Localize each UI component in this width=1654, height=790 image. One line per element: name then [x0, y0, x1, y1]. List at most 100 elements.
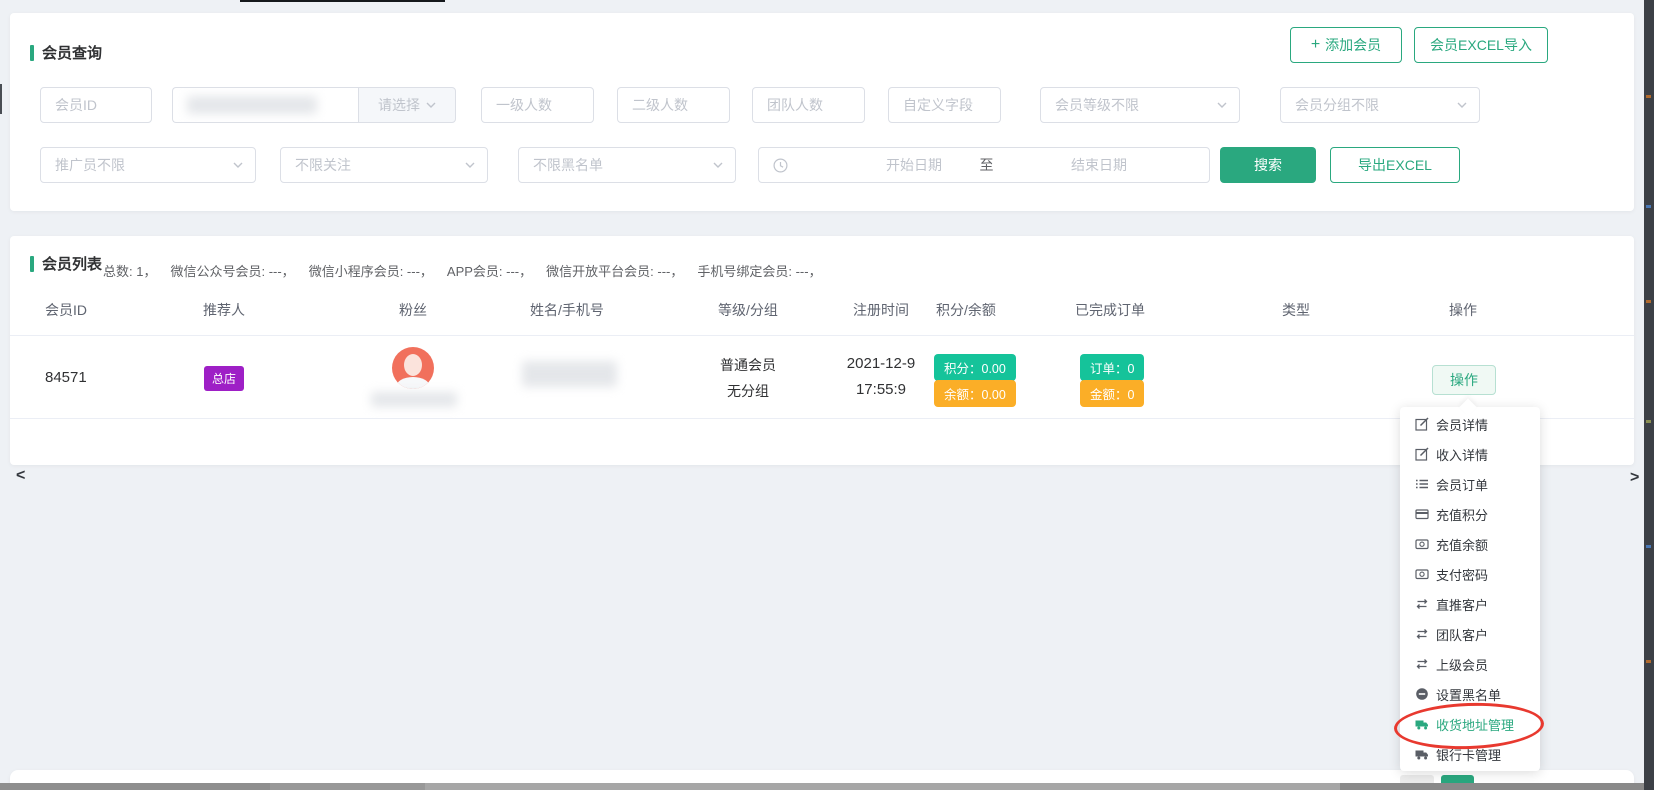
- stat-total: 总数: 1，: [103, 261, 156, 280]
- list-panel-title: 会员列表: [30, 253, 102, 274]
- col-type: 类型: [1236, 300, 1356, 320]
- col-fans: 粉丝: [353, 300, 473, 320]
- menu-item-team-customers[interactable]: 团队客户: [1400, 619, 1540, 649]
- member-level-select[interactable]: 会员等级不限: [1040, 87, 1240, 123]
- transfer-arrows-icon: [1415, 657, 1429, 671]
- excel-import-button[interactable]: 会员EXCEL导入: [1414, 27, 1548, 63]
- block-icon: [1415, 687, 1429, 701]
- menu-item-direct-customers[interactable]: 直推客户: [1400, 589, 1540, 619]
- next-arrow-icon[interactable]: >: [1630, 470, 1639, 486]
- truck-icon: [1415, 717, 1429, 731]
- table-bottom-divider: [10, 418, 1634, 419]
- level2-count-input[interactable]: [617, 87, 730, 123]
- title-accent-bar: [30, 45, 34, 61]
- member-stats-line: 总数: 1， 微信公众号会员: ---， 微信小程序会员: ---， APP会员…: [103, 261, 822, 280]
- col-actions: 操作: [1403, 300, 1523, 320]
- menu-item-bank-card[interactable]: 银行卡管理: [1400, 739, 1540, 769]
- menu-label: 充值余额: [1436, 535, 1488, 554]
- list-title-text: 会员列表: [42, 253, 102, 274]
- row-level: 普通会员: [688, 355, 808, 375]
- col-points-balance: 积分/余额: [906, 300, 1026, 320]
- date-range-picker[interactable]: 开始日期 至 结束日期: [758, 147, 1210, 183]
- col-member-id: 会员ID: [45, 300, 165, 320]
- transfer-arrows-icon: [1415, 627, 1429, 641]
- stat-phone-bound: 手机号绑定会员: ---，: [697, 261, 821, 280]
- money-icon: [1415, 537, 1429, 551]
- action-dropdown-menu: 会员详情 收入详情 会员订单 充值积分 充值余额 支付密码 直推客户 团队客户: [1400, 407, 1540, 771]
- add-member-label: 添加会员: [1325, 35, 1381, 55]
- menu-item-upline-member[interactable]: 上级会员: [1400, 649, 1540, 679]
- menu-label: 上级会员: [1436, 655, 1488, 674]
- menu-item-payment-password[interactable]: 支付密码: [1400, 559, 1540, 589]
- truck-icon: [1415, 747, 1429, 761]
- blacklist-select[interactable]: 不限黑名单: [518, 147, 736, 183]
- scrollbar-segment[interactable]: [270, 783, 425, 790]
- blurred-text: [187, 96, 317, 114]
- top-edge-artifact: [240, 0, 445, 2]
- strip-mark: [1646, 660, 1651, 663]
- row-referrer: 总店: [164, 366, 284, 391]
- chevron-down-icon: [713, 162, 723, 168]
- menu-item-recharge-points[interactable]: 充值积分: [1400, 499, 1540, 529]
- member-query-panel: 会员查询 + 添加会员 会员EXCEL导入 请选择 会员等级不限: [10, 13, 1634, 211]
- team-count-input[interactable]: [752, 87, 865, 123]
- keyword-type-select[interactable]: 请选择: [358, 87, 456, 123]
- keyword-type-value: 请选择: [378, 95, 420, 115]
- money-icon: [1415, 567, 1429, 581]
- promoter-select[interactable]: 推广员不限: [40, 147, 256, 183]
- edit-icon: [1415, 417, 1429, 431]
- scrollbar-segment[interactable]: [0, 783, 270, 790]
- stat-wechat-official: 微信公众号会员: ---，: [170, 261, 294, 280]
- avatar: [392, 347, 434, 389]
- custom-field-input[interactable]: [888, 87, 1001, 123]
- menu-item-member-detail[interactable]: 会员详情: [1400, 409, 1540, 439]
- level1-count-input[interactable]: [481, 87, 594, 123]
- title-accent-bar: [30, 256, 34, 272]
- member-level-value: 会员等级不限: [1055, 95, 1139, 115]
- menu-item-income-detail[interactable]: 收入详情: [1400, 439, 1540, 469]
- row-reg-date: 2021-12-9: [821, 355, 941, 372]
- follow-select[interactable]: 不限关注: [280, 147, 488, 183]
- row-reg-time: 17:55:9: [821, 381, 941, 398]
- balance-badge: 余额：0.00: [934, 380, 1016, 407]
- keyword-combo-field: 请选择: [172, 87, 456, 123]
- excel-import-label: 会员EXCEL导入: [1430, 35, 1532, 55]
- row-action-button[interactable]: 操作: [1432, 365, 1496, 395]
- row-member-id: 84571: [45, 369, 125, 386]
- search-label: 搜索: [1254, 155, 1282, 175]
- stat-open-platform: 微信开放平台会员: ---，: [546, 261, 683, 280]
- menu-item-set-blacklist[interactable]: 设置黑名单: [1400, 679, 1540, 709]
- col-level-group: 等级/分组: [688, 300, 808, 320]
- clock-icon: [773, 158, 788, 173]
- strip-mark: [1646, 545, 1651, 548]
- prev-arrow-icon[interactable]: <: [16, 468, 25, 484]
- transfer-arrows-icon: [1415, 597, 1429, 611]
- amount-badge: 金额：0: [1080, 380, 1144, 407]
- end-date-placeholder[interactable]: 结束日期: [1039, 155, 1159, 175]
- menu-item-recharge-balance[interactable]: 充值余额: [1400, 529, 1540, 559]
- menu-label: 设置黑名单: [1436, 685, 1501, 704]
- stat-miniprogram: 微信小程序会员: ---，: [309, 261, 433, 280]
- query-title-text: 会员查询: [42, 42, 102, 63]
- scrollbar-segment[interactable]: [1340, 783, 1654, 790]
- member-group-select[interactable]: 会员分组不限: [1280, 87, 1480, 123]
- horizontal-scrollbar[interactable]: [0, 783, 1654, 790]
- referrer-badge: 总店: [204, 366, 244, 391]
- blacklist-value: 不限黑名单: [533, 155, 603, 175]
- add-member-button[interactable]: + 添加会员: [1290, 27, 1402, 63]
- col-name-phone: 姓名/手机号: [487, 300, 647, 320]
- stat-app: APP会员: ---，: [447, 261, 532, 280]
- menu-item-shipping-address[interactable]: 收货地址管理: [1400, 709, 1540, 739]
- export-excel-button[interactable]: 导出EXCEL: [1330, 147, 1460, 183]
- date-range-separator: 至: [949, 155, 1024, 175]
- col-completed-orders: 已完成订单: [1050, 300, 1170, 320]
- menu-item-member-orders[interactable]: 会员订单: [1400, 469, 1540, 499]
- list-icon: [1415, 477, 1429, 491]
- member-id-input[interactable]: [40, 87, 152, 123]
- search-button[interactable]: 搜索: [1220, 147, 1316, 183]
- menu-label: 会员详情: [1436, 415, 1488, 434]
- row-group: 无分组: [688, 381, 808, 401]
- plus-icon: +: [1311, 36, 1320, 54]
- export-excel-label: 导出EXCEL: [1358, 155, 1432, 175]
- keyword-input-blurred[interactable]: [172, 87, 358, 123]
